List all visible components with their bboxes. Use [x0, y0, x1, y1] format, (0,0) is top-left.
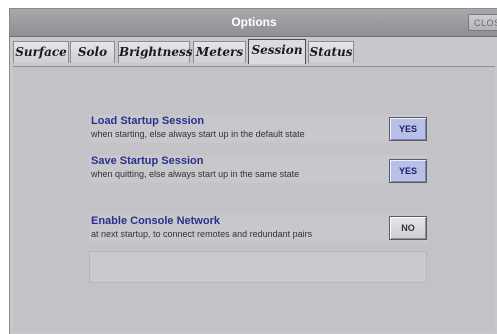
tab-surface[interactable]: Surface: [13, 41, 69, 63]
save-startup-session-row: Save Startup Session when quitting, else…: [89, 155, 427, 183]
window-title: Options: [231, 15, 277, 29]
tab-meters[interactable]: Meters: [193, 41, 246, 63]
session-panel: Load Startup Session when starting, else…: [13, 66, 495, 332]
title-bar[interactable]: Options CLOS: [10, 9, 497, 37]
console-network-description: at next startup, to connect remotes and …: [91, 229, 313, 239]
tab-brightness[interactable]: Brightness: [118, 41, 193, 63]
save-startup-toggle-button[interactable]: YES: [389, 159, 427, 183]
close-button[interactable]: CLOS: [468, 14, 497, 31]
tab-session[interactable]: Session: [248, 39, 306, 64]
load-startup-toggle-button[interactable]: YES: [389, 117, 427, 141]
options-window: Options CLOS Surface Solo Brightness Met…: [9, 8, 497, 334]
console-network-heading: Enable Console Network: [91, 215, 220, 227]
load-startup-session-row: Load Startup Session when starting, else…: [89, 115, 427, 143]
save-startup-heading: Save Startup Session: [91, 155, 204, 167]
console-network-row: Enable Console Network at next startup, …: [89, 215, 427, 243]
console-network-toggle-button[interactable]: NO: [389, 216, 427, 240]
save-startup-description: when quitting, else always start up in t…: [91, 169, 300, 179]
network-status-box: [89, 251, 427, 283]
load-startup-description: when starting, else always start up in t…: [91, 129, 305, 139]
tab-bar: Surface Solo Brightness Meters Session S…: [10, 37, 497, 69]
load-startup-heading: Load Startup Session: [91, 115, 205, 127]
tab-status[interactable]: Status: [308, 41, 354, 63]
tab-solo[interactable]: Solo: [70, 41, 115, 63]
